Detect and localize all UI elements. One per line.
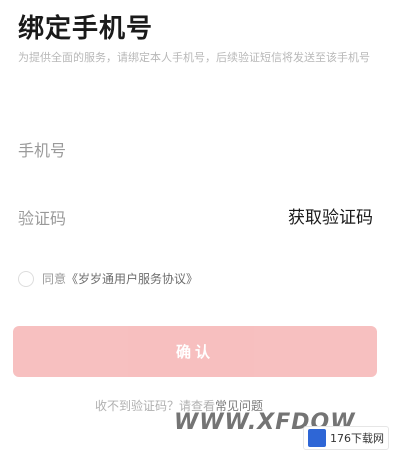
- submit-button[interactable]: 确认: [13, 326, 377, 377]
- phone-input[interactable]: 手机号: [18, 137, 66, 161]
- logo-text: 176下载网: [330, 432, 384, 445]
- site-logo: 176下载网: [303, 426, 389, 450]
- page-title: 绑定手机号: [18, 14, 154, 44]
- get-code-button[interactable]: 获取验证码: [288, 203, 373, 228]
- agreement-prefix: 同意: [42, 272, 67, 286]
- agreement-checkbox[interactable]: [18, 270, 34, 287]
- agreement-link[interactable]: 《岁岁通用户服务协议》: [66, 270, 198, 287]
- code-input[interactable]: 验证码: [18, 205, 66, 229]
- page-subtitle: 为提供全面的服务，请绑定本人手机号，后续验证短信将发送至该手机号: [18, 51, 370, 64]
- agreement-row: 同意 《岁岁通用户服务协议》: [18, 270, 198, 287]
- logo-icon: [308, 429, 326, 447]
